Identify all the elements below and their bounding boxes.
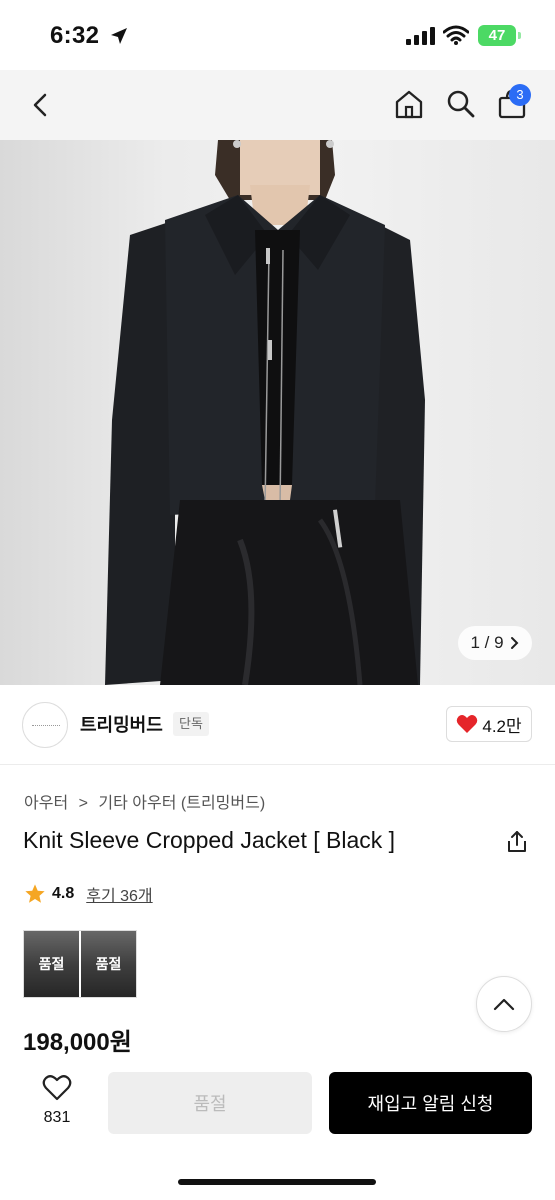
review-count-link[interactable]: 후기 36개 — [86, 882, 152, 906]
top-nav — [0, 70, 555, 140]
signal-icon — [406, 27, 435, 45]
breadcrumb-level2[interactable]: 기타 아우터 (트리밍버드) — [98, 795, 265, 812]
wishlist-count: 831 — [43, 1109, 71, 1126]
heart-icon — [457, 715, 478, 733]
option-thumbnail[interactable]: 품절 — [81, 931, 136, 997]
brand-like-count: 4.2만 — [482, 716, 522, 736]
brand-logo[interactable] — [22, 702, 68, 748]
search-icon[interactable] — [445, 88, 477, 120]
product-title: Knit Sleeve Cropped Jacket [ Black ] — [23, 827, 396, 853]
battery-indicator: 47 — [478, 25, 516, 46]
restock-alert-button[interactable]: 재입고 알림 신청 — [329, 1072, 532, 1134]
status-bar: 6:32 47 — [0, 0, 555, 70]
location-arrow-icon — [111, 28, 127, 44]
rating-row: 4.8 후기 36개 — [24, 882, 153, 906]
option-soldout-label: 품절 — [81, 931, 136, 997]
wishlist-button[interactable]: 831 — [32, 1074, 82, 1127]
product-image[interactable] — [0, 140, 555, 685]
option-soldout-label: 품절 — [24, 931, 79, 997]
chevron-up-icon — [493, 998, 515, 1011]
status-time: 6:32 — [50, 22, 100, 49]
star-icon — [25, 884, 45, 903]
brand-like-button[interactable]: 4.2만 — [446, 706, 532, 742]
product-price: 198,000원 — [23, 1029, 132, 1056]
option-thumbnail[interactable]: 품절 — [24, 931, 79, 997]
chevron-right-icon — [510, 637, 518, 649]
brand-name[interactable]: 트리밍버드 — [80, 711, 163, 737]
image-counter-text: 1 / 9 — [470, 633, 504, 652]
image-counter[interactable]: 1 / 9 — [458, 626, 532, 660]
soldout-button: 품절 — [108, 1072, 312, 1134]
home-indicator — [178, 1179, 376, 1185]
color-options: 품절 품절 — [23, 930, 137, 998]
breadcrumb-separator: > — [78, 795, 88, 812]
battery-tip — [518, 32, 521, 39]
wifi-icon — [443, 25, 469, 45]
back-icon[interactable] — [26, 90, 56, 120]
cart-count-badge: 3 — [509, 84, 531, 106]
home-icon[interactable] — [393, 88, 425, 120]
breadcrumb-level1[interactable]: 아우터 — [24, 795, 68, 812]
scroll-top-button[interactable] — [476, 976, 532, 1032]
rating-score: 4.8 — [52, 885, 75, 902]
share-icon[interactable] — [506, 830, 528, 854]
brand-row: 트리밍버드 단독 4.2만 — [0, 685, 555, 765]
exclusive-badge: 단독 — [173, 712, 209, 736]
heart-outline-icon — [42, 1075, 72, 1101]
product-photo-illustration — [105, 140, 425, 685]
breadcrumb: 아우터 > 기타 아우터 (트리밍버드) — [24, 789, 265, 813]
